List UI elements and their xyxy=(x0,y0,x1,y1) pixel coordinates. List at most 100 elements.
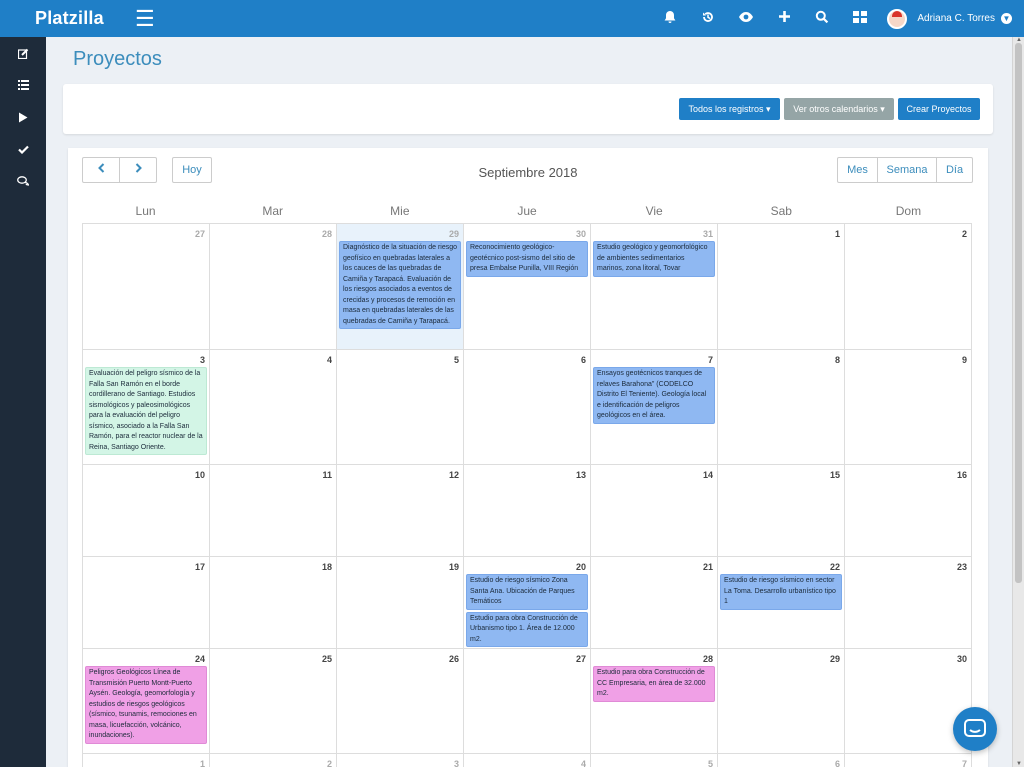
calendar-event[interactable]: Estudio geológico y geomorfológico de am… xyxy=(593,241,715,277)
calendar-day-cell[interactable]: 30 Reconocimiento geológico-geotécnico po… xyxy=(464,224,591,350)
calendar-day-cell[interactable]: 20 Estudio de riesgo sísmico Zona Santa A… xyxy=(464,557,591,649)
view-day-button[interactable]: Día xyxy=(937,158,972,182)
calendar-day-cell[interactable]: 6 xyxy=(464,350,591,465)
calendar-day-cell[interactable]: 13 xyxy=(464,465,591,557)
calendar-week-row: 1 2 3 4 5 6 7 xyxy=(82,754,972,767)
calendar-day-cell[interactable]: 17 xyxy=(83,557,210,649)
calendar-day-cell[interactable]: 12 xyxy=(337,465,464,557)
weekday-label: Mie xyxy=(390,204,410,218)
calendar-day-cell[interactable]: 9 xyxy=(845,350,972,465)
next-month-button[interactable] xyxy=(119,157,157,183)
sidebar-item-list[interactable] xyxy=(0,69,46,101)
all-records-button[interactable]: Todos los registros ▾ xyxy=(679,98,780,120)
day-number: 2 xyxy=(961,229,967,239)
calendar-day-cell[interactable]: 8 xyxy=(718,350,845,465)
plus-icon[interactable] xyxy=(765,10,803,27)
other-calendars-button[interactable]: Ver otros calendarios ▾ xyxy=(784,98,894,120)
prev-month-button[interactable] xyxy=(82,157,120,183)
calendar-day-cell[interactable]: 10 xyxy=(83,465,210,557)
eye-icon[interactable] xyxy=(727,10,765,27)
calendar-event[interactable]: Estudio de riesgo sísmico en sector La T… xyxy=(720,574,842,610)
calendar-event[interactable]: Evaluación del peligro sísmico de la Fal… xyxy=(85,367,207,455)
day-number: 7 xyxy=(961,759,967,767)
calendar-day-cell[interactable]: 4 xyxy=(464,754,591,767)
calendar-day-cell[interactable]: 4 xyxy=(210,350,337,465)
create-project-button[interactable]: Crear Proyectos xyxy=(898,98,980,120)
day-number: 10 xyxy=(194,470,205,480)
calendar-day-cell[interactable]: 26 xyxy=(337,649,464,754)
weekday-label: Mar xyxy=(262,204,284,218)
grid-icon[interactable] xyxy=(841,10,879,27)
calendar-event[interactable]: Estudio de riesgo sísmico Zona Santa Ana… xyxy=(466,574,588,610)
calendar-day-cell[interactable]: 27 xyxy=(464,649,591,754)
bell-icon[interactable] xyxy=(651,10,689,28)
calendar-event[interactable]: Peligros Geológicos Línea de Transmisión… xyxy=(85,666,207,744)
calendar-week-row: 10 11 12 13 14 15 16 xyxy=(82,465,972,557)
user-menu[interactable]: Adriana C. Torres ▼ xyxy=(879,8,1024,29)
calendar-day-cell[interactable]: 2 xyxy=(210,754,337,767)
scrollbar-thumb[interactable] xyxy=(1015,43,1022,583)
calendar-day-cell[interactable]: 31 Estudio geológico y geomorfológico de … xyxy=(591,224,718,350)
calendar-day-cell[interactable]: 11 xyxy=(210,465,337,557)
calendar-day-cell[interactable]: 28 Estudio para obra Construcción de CC E… xyxy=(591,649,718,754)
day-number: 24 xyxy=(194,654,205,664)
sidebar-item-chat[interactable] xyxy=(0,165,46,197)
calendar-day-cell[interactable]: 7 xyxy=(845,754,972,767)
day-number: 23 xyxy=(956,562,967,572)
calendar-event[interactable]: Reconocimiento geológico-geotécnico post… xyxy=(466,241,588,277)
day-number: 26 xyxy=(448,654,459,664)
view-month-button[interactable]: Mes xyxy=(838,158,878,182)
day-number: 6 xyxy=(834,759,840,767)
calendar-day-cell[interactable]: 14 xyxy=(591,465,718,557)
calendar-day-cell[interactable]: 16 xyxy=(845,465,972,557)
day-number: 20 xyxy=(575,562,586,572)
day-number: 13 xyxy=(575,470,586,480)
calendar-day-cell[interactable]: 30 xyxy=(845,649,972,754)
calendar-day-cell[interactable]: 25 xyxy=(210,649,337,754)
chat-launcher-button[interactable] xyxy=(953,707,997,751)
sidebar-item-edit[interactable] xyxy=(0,37,46,69)
view-week-button[interactable]: Semana xyxy=(878,158,937,182)
day-number: 30 xyxy=(575,229,586,239)
calendar-day-cell[interactable]: 7 Ensayos geotécnicos tranques de relaves… xyxy=(591,350,718,465)
calendar-day-cell[interactable]: 2 xyxy=(845,224,972,350)
calendar-day-cell[interactable]: 24 Peligros Geológicos Línea de Transmisi… xyxy=(83,649,210,754)
calendar-day-cell[interactable]: 21 xyxy=(591,557,718,649)
calendar-day-cell[interactable]: 19 xyxy=(337,557,464,649)
calendar-event[interactable]: Ensayos geotécnicos tranques de relaves … xyxy=(593,367,715,424)
calendar-day-cell[interactable]: 6 xyxy=(718,754,845,767)
history-icon[interactable] xyxy=(689,10,727,28)
page-scrollbar[interactable]: ▲ ▼ xyxy=(1012,37,1024,767)
calendar-weeks: 27 28 29 Diagnóstico de la situación de rie… xyxy=(82,224,972,767)
scroll-down-icon[interactable]: ▼ xyxy=(1014,761,1024,767)
day-number: 16 xyxy=(956,470,967,480)
calendar-day-cell[interactable]: 3 Evaluación del peligro sísmico de la Fa… xyxy=(83,350,210,465)
sidebar-item-play[interactable] xyxy=(0,101,46,133)
calendar-day-cell[interactable]: 27 xyxy=(83,224,210,350)
calendar-day-cell[interactable]: 22 Estudio de riesgo sísmico en sector La… xyxy=(718,557,845,649)
calendar-day-cell[interactable]: 23 xyxy=(845,557,972,649)
calendar-day-cell[interactable]: 5 xyxy=(337,350,464,465)
hamburger-menu-icon[interactable]: ☰ xyxy=(135,7,155,30)
calendar-day-cell[interactable]: 1 xyxy=(718,224,845,350)
calendar-day-cell[interactable]: 1 xyxy=(83,754,210,767)
play-icon xyxy=(19,112,28,122)
today-button[interactable]: Hoy xyxy=(172,157,212,183)
calendar-day-cell[interactable]: 29 xyxy=(718,649,845,754)
calendar-day-cell[interactable]: 28 xyxy=(210,224,337,350)
calendar-day-cell[interactable]: 18 xyxy=(210,557,337,649)
calendar-day-cell[interactable]: 3 xyxy=(337,754,464,767)
calendar-event[interactable]: Diagnóstico de la situación de riesgo ge… xyxy=(339,241,461,329)
view-switcher: Mes Semana Día xyxy=(837,157,973,183)
sidebar-item-check[interactable] xyxy=(0,133,46,165)
day-number: 19 xyxy=(448,562,459,572)
weekday-label: Dom xyxy=(895,204,922,218)
brand-logo[interactable]: Platzilla xyxy=(0,8,105,29)
calendar-day-cell[interactable]: 29 Diagnóstico de la situación de riesgo … xyxy=(337,224,464,350)
weekday-header: Lun Mar Mie Jue Vie Sab Dom xyxy=(82,199,972,224)
calendar-event[interactable]: Estudio para obra Construcción de Urbani… xyxy=(466,611,588,647)
search-icon[interactable] xyxy=(803,10,841,28)
calendar-event[interactable]: Estudio para obra Construcción de CC Emp… xyxy=(593,666,715,702)
calendar-day-cell[interactable]: 15 xyxy=(718,465,845,557)
calendar-day-cell[interactable]: 5 xyxy=(591,754,718,767)
